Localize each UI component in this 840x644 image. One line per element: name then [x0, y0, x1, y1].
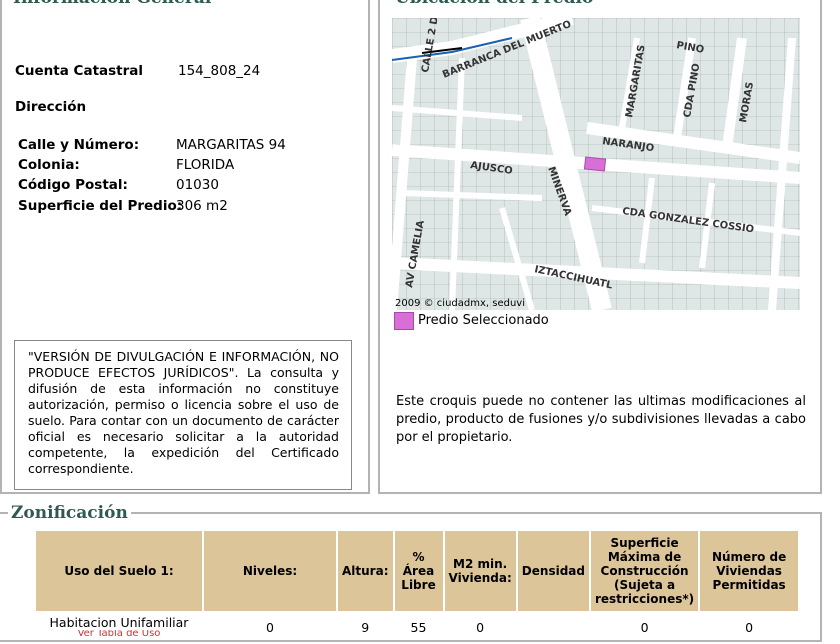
cell-altura: 9	[361, 620, 370, 635]
selected-legend-swatch	[394, 312, 414, 330]
cuenta-catastral-value: 154_808_24	[178, 63, 261, 79]
table-row: Habitacion Unifamiliar Ver Tabla de Uso …	[36, 613, 798, 642]
zonificacion-legend: Zonificación	[8, 503, 131, 523]
header-superficie-max: Superficie Máxima de Construcción (Sujet…	[590, 531, 699, 611]
header-densidad: Densidad	[517, 531, 589, 611]
cell-m2-min: 0	[476, 620, 485, 635]
disclaimer-box: "VERSIÓN DE DIVULGACIÓN E INFORMACIÓN, N…	[14, 340, 352, 490]
ubicacion-legend: Ubicación del Predio	[392, 0, 597, 8]
codigo-postal-value: 01030	[176, 177, 219, 193]
map-canvas: BARRANCA DEL MUERTO CALLE 2 DE MARGARITA…	[392, 18, 800, 310]
selected-parcel-marker[interactable]	[583, 156, 607, 172]
header-altura: Altura:	[338, 531, 393, 611]
cell-densidad	[518, 613, 589, 642]
superficie-label: Superficie del Predio:	[18, 198, 183, 214]
cell-viviendas: 0	[745, 620, 754, 635]
header-area-libre: % Área Libre	[394, 531, 443, 611]
zonificacion-table: Uso del Suelo 1: Niveles: Altura: % Área…	[34, 529, 800, 644]
cell-niveles: 0	[266, 620, 274, 635]
superficie-value: 306 m2	[176, 198, 228, 214]
uso-value: Habitacion Unifamiliar	[49, 615, 189, 630]
direccion-heading: Dirección	[15, 99, 87, 115]
header-uso-suelo: Uso del Suelo 1:	[36, 531, 202, 611]
info-general-legend: Información General	[10, 0, 215, 8]
cell-superficie: 0	[640, 620, 649, 635]
calle-numero-value: MARGARITAS 94	[176, 137, 286, 153]
cell-uso: Habitacion Unifamiliar Ver Tabla de Uso	[36, 613, 202, 642]
selected-legend-text: Predio Seleccionado	[418, 313, 549, 328]
header-m2-min: M2 min. Vivienda:	[444, 531, 516, 611]
calle-numero-label: Calle y Número:	[18, 137, 140, 153]
table-header-row: Uso del Suelo 1: Niveles: Altura: % Área…	[36, 531, 799, 611]
map-disclaimer-note: Este croquis puede no contener las ultim…	[396, 394, 806, 445]
codigo-postal-label: Código Postal:	[18, 177, 128, 193]
map-copyright: 2009 © ciudadmx, seduvi	[395, 298, 525, 309]
header-niveles: Niveles:	[204, 531, 336, 611]
location-map[interactable]: BARRANCA DEL MUERTO CALLE 2 DE MARGARITA…	[392, 18, 800, 310]
cuenta-catastral-label: Cuenta Catastral	[15, 63, 144, 79]
cell-area-libre: 55	[410, 620, 427, 635]
colonia-label: Colonia:	[18, 157, 80, 173]
ver-tabla-link[interactable]: Ver Tabla de Uso	[40, 630, 198, 636]
header-num-viviendas: Número de Viviendas Permitidas	[700, 531, 799, 611]
colonia-value: FLORIDA	[176, 157, 235, 173]
